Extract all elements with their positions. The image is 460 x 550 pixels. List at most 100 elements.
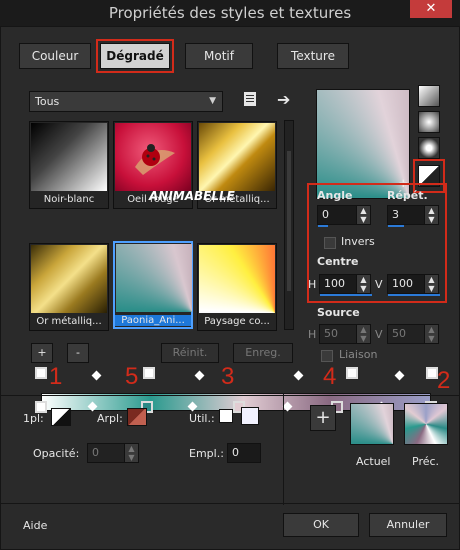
empl-label: Empl.:	[189, 447, 224, 460]
thumbnail-label: Or métalliq...	[36, 316, 102, 327]
background-style-icon[interactable]	[127, 408, 147, 426]
thumbnail-image	[116, 244, 192, 312]
spinner-arrows-icon[interactable]: ▲ ▼	[424, 325, 438, 343]
ok-button[interactable]: OK	[283, 513, 359, 537]
add-button[interactable]: +	[31, 343, 53, 363]
remove-button[interactable]: -	[67, 343, 89, 363]
midpoint-marker[interactable]	[394, 370, 405, 381]
empl-input[interactable]: 0	[227, 443, 261, 463]
angle-input[interactable]: 0 ▲ ▼	[317, 205, 371, 227]
background-color-swatch[interactable]	[241, 407, 259, 425]
centre-h-slider[interactable]	[320, 294, 372, 296]
pl-label: 1pl:	[23, 412, 44, 425]
source-h-value: 50	[324, 327, 338, 340]
repet-label: Répét.	[387, 189, 428, 202]
spinner-arrows-icon[interactable]: ▲ ▼	[424, 206, 438, 224]
chevron-down-icon: ▼	[209, 96, 216, 106]
linear-style-button[interactable]	[418, 85, 440, 107]
thumbnail-paysage[interactable]: Paysage co...	[197, 243, 277, 331]
angle-label: Angle	[317, 189, 353, 202]
current-gradient-swatch[interactable]	[350, 403, 394, 445]
tab-motif[interactable]: Motif	[185, 43, 253, 69]
arpl-label: Arpl:	[97, 412, 123, 425]
divider	[1, 395, 459, 396]
highlight-frame	[96, 39, 174, 73]
angle-value: 0	[322, 208, 329, 221]
dialog-title: Propriétés des styles et textures	[108, 4, 352, 22]
thumbnail-label: Paysage co...	[204, 316, 270, 327]
thumbnail-label: Noir-blanc	[43, 194, 95, 205]
previous-gradient-swatch[interactable]	[404, 403, 448, 445]
spinner-arrows-icon[interactable]: ▲ ▼	[356, 275, 370, 293]
close-button[interactable]: ✕	[410, 0, 452, 18]
arrow-right-icon[interactable]: ➔	[277, 90, 290, 109]
thumbnail-or-metallique-2[interactable]: Or métalliq...	[29, 243, 109, 331]
transparency-stop[interactable]	[35, 367, 47, 379]
transparency-stop[interactable]	[143, 367, 155, 379]
title-bar: Propriétés des styles et textures ✕	[0, 0, 460, 26]
add-gradient-button[interactable]: +	[310, 405, 336, 431]
sunburst-style-icon[interactable]	[51, 408, 71, 426]
centre-v-value: 100	[392, 277, 413, 290]
thumbnail-image	[199, 245, 275, 313]
thumbnail-image	[31, 123, 107, 191]
watermark-text: ANIMABELLE	[149, 189, 235, 203]
gallery-scrollbar[interactable]	[284, 120, 294, 330]
category-select-value: Tous	[35, 95, 60, 108]
tab-couleur[interactable]: Couleur	[19, 43, 91, 69]
category-select[interactable]: Tous ▼	[29, 91, 223, 112]
repet-slider[interactable]	[388, 225, 404, 227]
centre-v-label: V	[375, 278, 383, 291]
thumbnail-noir-blanc[interactable]: Noir-blanc	[29, 121, 109, 209]
util-label: Util.:	[189, 412, 215, 425]
source-label: Source	[317, 306, 360, 319]
annuler-button[interactable]: Annuler	[369, 513, 447, 537]
gradient-gallery: Noir-blanc Oeil rouge Or métalliq... ANI…	[29, 121, 279, 331]
centre-v-slider[interactable]	[388, 294, 440, 296]
midpoint-marker[interactable]	[194, 370, 205, 381]
list-view-icon[interactable]	[241, 90, 259, 108]
spinner-arrows-icon[interactable]: ▲ ▼	[124, 444, 138, 462]
reinit-button[interactable]: Réinit.	[161, 343, 219, 363]
source-v-label: V	[375, 328, 383, 341]
opacite-label: Opacité:	[33, 447, 80, 460]
liaison-checkbox[interactable]	[321, 350, 333, 362]
thumbnail-paonia[interactable]: Paonia_Ani...	[113, 241, 193, 329]
rectangular-style-button[interactable]	[418, 111, 440, 133]
repet-input[interactable]: 3 ▲ ▼	[387, 205, 439, 227]
transparency-stop[interactable]	[346, 367, 358, 379]
opacite-input[interactable]: 0 ▲ ▼	[87, 443, 139, 463]
empl-value: 0	[232, 446, 239, 459]
thumbnail-image	[199, 123, 275, 191]
radial-style-button[interactable]	[418, 137, 440, 159]
centre-h-label: H	[308, 278, 317, 291]
midpoint-marker[interactable]	[293, 370, 304, 381]
foreground-color-swatch[interactable]	[219, 409, 233, 423]
invers-checkbox[interactable]	[324, 237, 336, 249]
source-h-input[interactable]: 50 ▲ ▼	[319, 324, 371, 344]
tab-texture[interactable]: Texture	[277, 43, 349, 69]
aide-link[interactable]: Aide	[23, 519, 47, 532]
enreg-button[interactable]: Enreg.	[233, 343, 293, 363]
angle-slider[interactable]	[318, 225, 328, 227]
source-v-input[interactable]: 50 ▲ ▼	[387, 324, 439, 344]
centre-label: Centre	[317, 255, 359, 268]
spinner-arrows-icon[interactable]: ▲ ▼	[356, 325, 370, 343]
repet-value: 3	[392, 208, 399, 221]
annotation-1: 1	[49, 363, 63, 390]
spinner-arrows-icon[interactable]: ▲ ▼	[356, 206, 370, 224]
thumbnail-image	[31, 245, 107, 313]
centre-h-input[interactable]: 100 ▲ ▼	[319, 274, 372, 296]
source-v-value: 50	[392, 327, 406, 340]
divider	[1, 503, 459, 504]
liaison-label: Liaison	[339, 348, 378, 361]
annotation-4: 4	[323, 363, 337, 390]
scrollbar-thumb[interactable]	[287, 151, 291, 291]
thumbnail-image	[115, 123, 191, 191]
centre-v-input[interactable]: 100 ▲ ▼	[387, 274, 440, 296]
spinner-arrows-icon[interactable]: ▲ ▼	[424, 275, 438, 293]
source-h-label: H	[308, 328, 317, 341]
midpoint-marker[interactable]	[91, 370, 102, 381]
actuel-label: Actuel	[356, 455, 391, 468]
dialog-body: Couleur Dégradé Motif Texture Tous ▼ ➔ N…	[0, 26, 460, 550]
